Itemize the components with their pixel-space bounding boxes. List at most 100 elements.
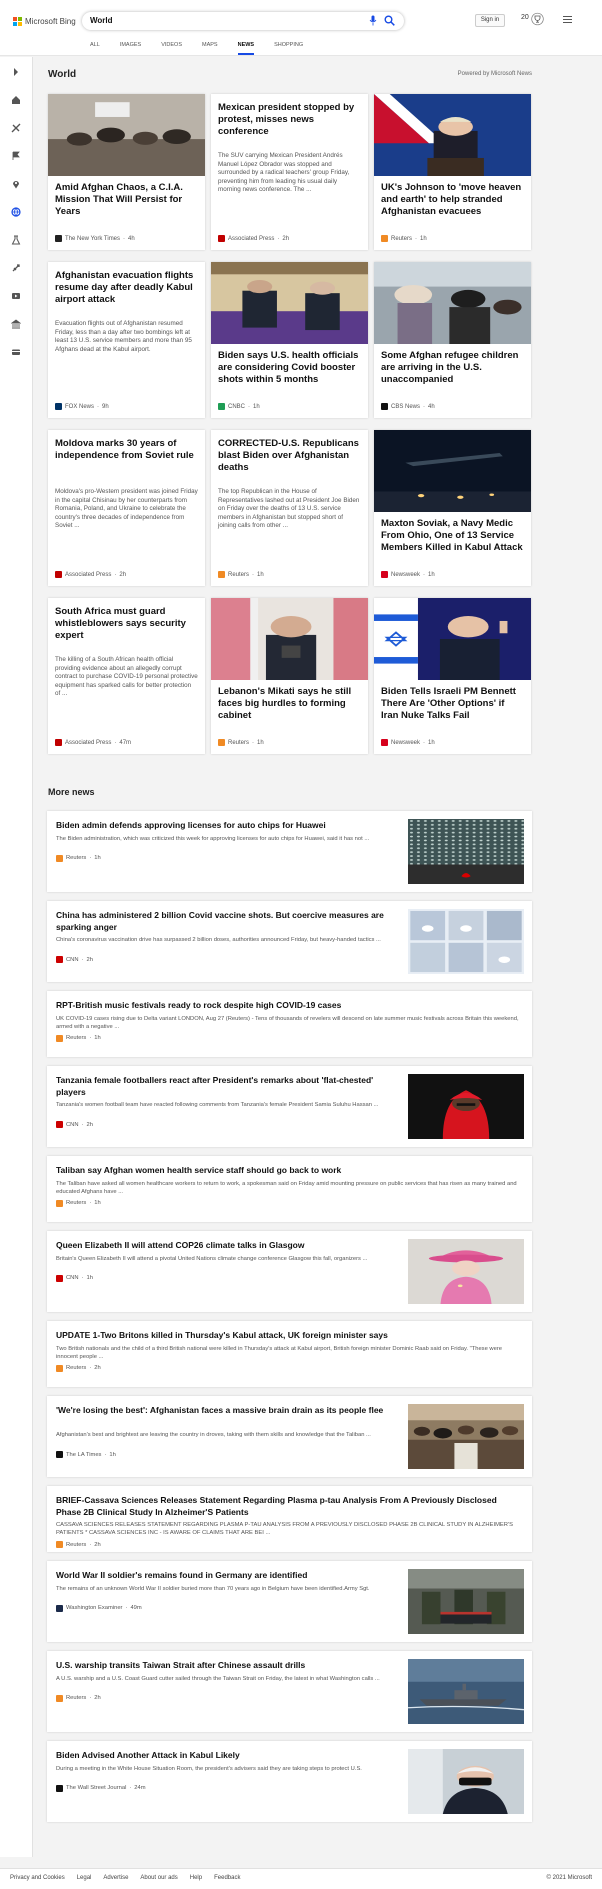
tab-images[interactable]: IMAGES: [120, 42, 141, 56]
news-card-title[interactable]: Biden Tells Israeli PM Bennett There Are…: [381, 686, 524, 722]
search-icon[interactable]: [384, 15, 395, 26]
news-card-title[interactable]: UK's Johnson to 'move heaven and earth' …: [381, 182, 524, 218]
footer-link-about-ads[interactable]: About our ads: [140, 1875, 177, 1881]
news-card[interactable]: South Africa must guard whistleblowers s…: [48, 598, 205, 754]
more-news-title[interactable]: RPT-British music festivals ready to roc…: [56, 1000, 521, 1012]
news-card-source[interactable]: FOX News · 9h: [55, 403, 109, 410]
bank-icon[interactable]: [11, 319, 21, 329]
news-card[interactable]: Moldova marks 30 years of independence f…: [48, 430, 205, 586]
more-news-image[interactable]: [408, 909, 524, 974]
tab-maps[interactable]: MAPS: [202, 42, 218, 56]
rocket-icon[interactable]: [11, 263, 21, 273]
more-news-image[interactable]: [408, 1569, 524, 1634]
more-news-item[interactable]: U.S. warship transits Taiwan Strait afte…: [47, 1651, 532, 1732]
flag-icon[interactable]: [11, 151, 21, 161]
news-card[interactable]: Biden Tells Israeli PM Bennett There Are…: [374, 598, 531, 754]
tab-all[interactable]: ALL: [90, 42, 100, 56]
more-news-source[interactable]: Reuters · 2h: [56, 1694, 101, 1702]
news-card-image[interactable]: [374, 598, 531, 680]
footer-link-advertise[interactable]: Advertise: [103, 1875, 128, 1881]
news-card-source[interactable]: Newsweek · 1h: [381, 739, 435, 746]
more-news-image[interactable]: [408, 1749, 524, 1814]
search-input[interactable]: World: [90, 16, 113, 25]
search-box[interactable]: World: [82, 12, 404, 30]
rewards-trophy-icon[interactable]: [531, 12, 544, 26]
more-news-item[interactable]: BRIEF-Cassava Sciences Releases Statemen…: [47, 1486, 532, 1552]
footer-link-privacy[interactable]: Privacy and Cookies: [10, 1875, 65, 1881]
more-news-title[interactable]: BRIEF-Cassava Sciences Releases Statemen…: [56, 1495, 521, 1518]
tools-icon[interactable]: [11, 123, 21, 133]
news-card[interactable]: Maxton Soviak, a Navy Medic From Ohio, O…: [374, 430, 531, 586]
footer-link-legal[interactable]: Legal: [77, 1875, 92, 1881]
more-news-item[interactable]: Biden Advised Another Attack in Kabul Li…: [47, 1741, 532, 1822]
news-card[interactable]: Mexican president stopped by protest, mi…: [211, 94, 368, 250]
news-card-title[interactable]: Moldova marks 30 years of independence f…: [55, 438, 198, 462]
more-news-item[interactable]: UPDATE 1-Two Britons killed in Thursday'…: [47, 1321, 532, 1387]
footer-link-help[interactable]: Help: [190, 1875, 202, 1881]
news-card-title[interactable]: Afghanistan evacuation flights resume da…: [55, 270, 198, 306]
news-card[interactable]: Amid Afghan Chaos, a C.I.A. Mission That…: [48, 94, 205, 250]
news-card-source[interactable]: CNBC · 1h: [218, 403, 260, 410]
news-card-source[interactable]: Associated Press · 2h: [55, 571, 126, 578]
news-card-image[interactable]: [374, 94, 531, 176]
tab-shopping[interactable]: SHOPPING: [274, 42, 303, 56]
more-news-source[interactable]: CNN · 2h: [56, 1121, 93, 1128]
more-news-source[interactable]: Reuters · 1h: [56, 1199, 101, 1207]
news-card-title[interactable]: Amid Afghan Chaos, a C.I.A. Mission That…: [55, 182, 198, 218]
news-card-source[interactable]: Reuters · 1h: [218, 739, 264, 746]
menu-icon[interactable]: [563, 16, 572, 24]
news-card-image[interactable]: [48, 94, 205, 176]
more-news-image[interactable]: [407, 1659, 525, 1724]
more-news-item[interactable]: Taliban say Afghan women health service …: [47, 1156, 532, 1222]
news-card-title[interactable]: CORRECTED-U.S. Republicans blast Biden o…: [218, 438, 361, 474]
home-icon[interactable]: [11, 95, 21, 105]
more-news-item[interactable]: Biden admin defends approving licenses f…: [47, 811, 532, 892]
location-pin-icon[interactable]: [11, 179, 21, 189]
news-card-image[interactable]: [211, 262, 368, 344]
more-news-title[interactable]: UPDATE 1-Two Britons killed in Thursday'…: [56, 1330, 521, 1342]
more-news-source[interactable]: Washington Examiner · 49m: [56, 1604, 142, 1612]
news-card-title[interactable]: South Africa must guard whistleblowers s…: [55, 606, 198, 642]
news-card-title[interactable]: Biden says U.S. health officials are con…: [218, 350, 361, 386]
tab-videos[interactable]: VIDEOS: [161, 42, 182, 56]
more-news-title[interactable]: World War II soldier's remains found in …: [56, 1570, 391, 1582]
news-card-title[interactable]: Maxton Soviak, a Navy Medic From Ohio, O…: [381, 518, 524, 554]
card-icon[interactable]: [11, 347, 21, 357]
more-news-image[interactable]: [408, 819, 524, 884]
news-card-image[interactable]: [374, 430, 531, 512]
more-news-title[interactable]: Tanzania female footballers react after …: [56, 1075, 391, 1098]
more-news-item[interactable]: RPT-British music festivals ready to roc…: [47, 991, 532, 1057]
news-card-source[interactable]: Newsweek · 1h: [381, 571, 435, 578]
news-card-source[interactable]: The New York Times · 4h: [55, 235, 135, 242]
more-news-image[interactable]: [408, 1074, 524, 1139]
more-news-source[interactable]: The LA Times · 1h: [56, 1451, 116, 1458]
more-news-title[interactable]: 'We're losing the best': Afghanistan fac…: [56, 1405, 391, 1417]
more-news-title[interactable]: Biden admin defends approving licenses f…: [56, 820, 391, 832]
more-news-title[interactable]: Biden Advised Another Attack in Kabul Li…: [56, 1750, 391, 1762]
sign-in-button[interactable]: Sign in: [475, 14, 505, 27]
bing-logo[interactable]: Microsoft Bing: [13, 17, 76, 26]
news-card[interactable]: Afghanistan evacuation flights resume da…: [48, 262, 205, 418]
more-news-source[interactable]: CNN · 1h: [56, 1274, 93, 1282]
news-card[interactable]: CORRECTED-U.S. Republicans blast Biden o…: [211, 430, 368, 586]
more-news-item[interactable]: Queen Elizabeth II will attend COP26 cli…: [47, 1231, 532, 1312]
news-card-image[interactable]: [374, 262, 531, 344]
tab-news[interactable]: NEWS: [237, 42, 254, 56]
more-news-source[interactable]: CNN · 2h: [56, 956, 93, 963]
news-card-source[interactable]: CBS News · 4h: [381, 403, 435, 410]
more-news-image[interactable]: [408, 1239, 524, 1304]
news-card-source[interactable]: Reuters · 1h: [381, 235, 427, 242]
more-news-item[interactable]: Tanzania female footballers react after …: [47, 1066, 532, 1147]
more-news-source[interactable]: Reuters · 2h: [56, 1364, 101, 1372]
more-news-source[interactable]: Reuters · 1h: [56, 854, 101, 862]
news-card-source[interactable]: Associated Press · 2h: [218, 235, 289, 242]
more-news-source[interactable]: Reuters · 2h: [56, 1541, 101, 1548]
more-news-title[interactable]: Queen Elizabeth II will attend COP26 cli…: [56, 1240, 391, 1252]
rewards-count[interactable]: 20: [521, 14, 529, 21]
news-card-source[interactable]: Associated Press · 47m: [55, 739, 131, 746]
science-icon[interactable]: [11, 235, 21, 245]
news-card-source[interactable]: Reuters · 1h: [218, 571, 264, 578]
news-card-title[interactable]: Mexican president stopped by protest, mi…: [218, 102, 361, 138]
news-card[interactable]: UK's Johnson to 'move heaven and earth' …: [374, 94, 531, 250]
more-news-source[interactable]: The Wall Street Journal · 24m: [56, 1784, 146, 1792]
